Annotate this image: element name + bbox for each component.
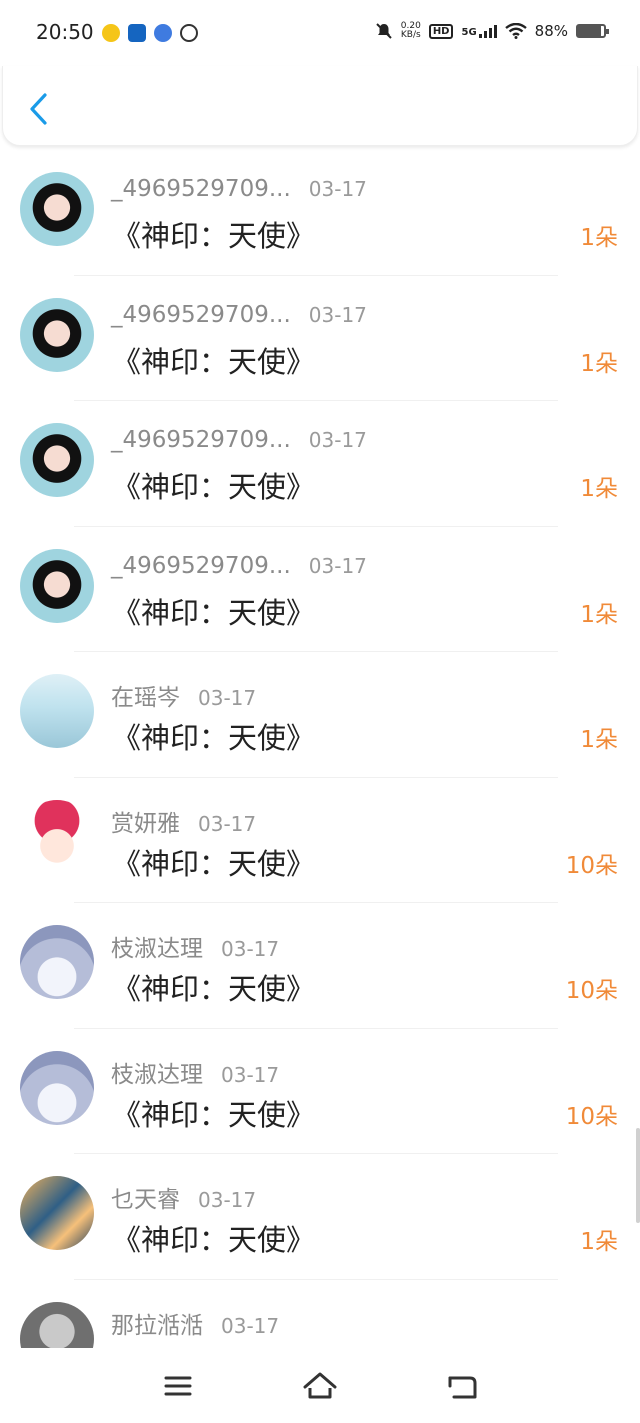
status-indicators: 0.20 KB/s HD 5G 88% [375, 21, 609, 40]
record-date: 03-17 [198, 811, 257, 836]
net-speed: 0.20 KB/s [400, 21, 421, 40]
list-item[interactable]: _4969529709... 03-17 《神印：天使》 1朵 [0, 401, 640, 527]
flower-amount: 1朵 [580, 601, 618, 628]
system-nav-bar [0, 1348, 640, 1423]
user-name: _4969529709... 03-17 [111, 427, 367, 453]
user-name: 赏妍雅 03-17 [111, 810, 257, 837]
baidu-app-icon [154, 24, 172, 42]
avatar[interactable] [20, 297, 94, 372]
gift-title: 《神印：天使》 [112, 219, 316, 253]
back-button[interactable] [25, 92, 55, 126]
avatar[interactable] [20, 925, 94, 999]
signal-icon [478, 24, 497, 38]
record-date: 03-17 [308, 302, 367, 327]
status-time: 20:50 [36, 20, 94, 44]
user-name: 乜天睿 03-17 [111, 1187, 257, 1213]
top-header [2, 66, 638, 146]
gift-title: 《神印：天使》 [112, 1223, 316, 1257]
record-date: 03-17 [198, 1188, 257, 1212]
flower-amount: 1朵 [580, 1229, 618, 1255]
user-name: 枝淑达理 03-17 [111, 936, 280, 962]
chevron-left-icon [30, 93, 47, 125]
mute-icon [376, 23, 392, 39]
avatar[interactable] [20, 172, 94, 246]
avatar[interactable] [20, 1176, 94, 1250]
user-name: _4969529709... 03-17 [111, 552, 367, 579]
wifi-icon [504, 23, 527, 39]
gift-title: 《神印：天使》 [112, 595, 316, 630]
list-item[interactable]: _4969529709... 03-17 《神印：天使》 1朵 [0, 527, 640, 652]
flower-amount: 1朵 [580, 350, 618, 377]
gift-title: 《神印：天使》 [112, 470, 316, 504]
avatar[interactable] [20, 423, 94, 497]
navigation-app-icon [128, 24, 146, 42]
user-name: _4969529709... 03-17 [111, 301, 367, 328]
chat-app-icon [102, 24, 120, 42]
gift-title: 《神印：天使》 [112, 344, 316, 379]
list-item[interactable]: 枝淑达理 03-17 《神印：天使》 10朵 [0, 903, 640, 1029]
link-app-icon [180, 24, 198, 42]
list-item[interactable]: 那拉湉湉03-17《神印：天使》 [0, 1280, 640, 1348]
flower-amount: 1朵 [580, 225, 618, 251]
scrollbar[interactable] [636, 1128, 640, 1223]
gift-title: 《神印：天使》 [112, 846, 316, 881]
list-item[interactable]: 乜天睿 03-17 《神印：天使》 1朵 [0, 1154, 640, 1280]
list-item[interactable]: _4969529709... 03-17 《神印：天使》 1朵 [0, 150, 640, 276]
avatar[interactable] [20, 548, 94, 623]
user-name: 那拉湉湉 03-17 [111, 1312, 280, 1339]
network-type: 5G [461, 24, 497, 38]
flower-amount: 10朵 [565, 978, 618, 1004]
home-icon[interactable] [300, 1366, 340, 1406]
hd-icon: HD [428, 23, 454, 39]
list-item[interactable]: _4969529709... 03-17 《神印：天使》 1朵 [0, 276, 640, 401]
list-item[interactable]: 枝淑达理 03-17 《神印：天使》 10朵 [0, 1029, 640, 1154]
record-date: 03-17 [308, 428, 367, 452]
menu-icon[interactable] [158, 1366, 198, 1406]
record-date: 03-17 [221, 937, 280, 961]
gift-record-list[interactable]: _4969529709... 03-17 《神印：天使》 1朵 _4969529709.… [0, 150, 640, 1348]
list-item[interactable]: 赏妍雅 03-17 《神印：天使》 10朵 [0, 778, 640, 903]
flower-amount: 10朵 [565, 1103, 618, 1130]
user-name: 枝淑达理 03-17 [111, 1061, 280, 1088]
gift-title: 《神印：天使》 [112, 972, 316, 1006]
notification-icons [102, 24, 198, 42]
back-icon[interactable] [442, 1366, 482, 1406]
avatar[interactable] [20, 1050, 94, 1125]
record-date: 03-17 [221, 1313, 280, 1338]
list-item[interactable]: 在瑶岑 03-17 《神印：天使》 1朵 [0, 652, 640, 778]
status-bar: 20:50 0.20 KB/s HD 5G 88% [0, 0, 640, 66]
record-date: 03-17 [308, 177, 367, 201]
record-date: 03-17 [221, 1062, 280, 1087]
flower-amount: 10朵 [565, 852, 618, 879]
avatar[interactable] [20, 1301, 94, 1348]
battery-icon [576, 24, 609, 38]
gift-title: 《神印：天使》 [112, 1097, 316, 1132]
avatar[interactable] [20, 799, 94, 874]
gift-title: 《神印：天使》 [112, 721, 316, 755]
user-name: _4969529709... 03-17 [111, 176, 367, 202]
battery-percent: 88% [534, 22, 568, 40]
record-date: 03-17 [308, 553, 367, 578]
avatar[interactable] [20, 674, 94, 748]
record-date: 03-17 [198, 686, 257, 710]
flower-amount: 1朵 [580, 727, 618, 753]
user-name: 在瑶岑 03-17 [111, 685, 257, 711]
flower-amount: 1朵 [580, 476, 618, 502]
